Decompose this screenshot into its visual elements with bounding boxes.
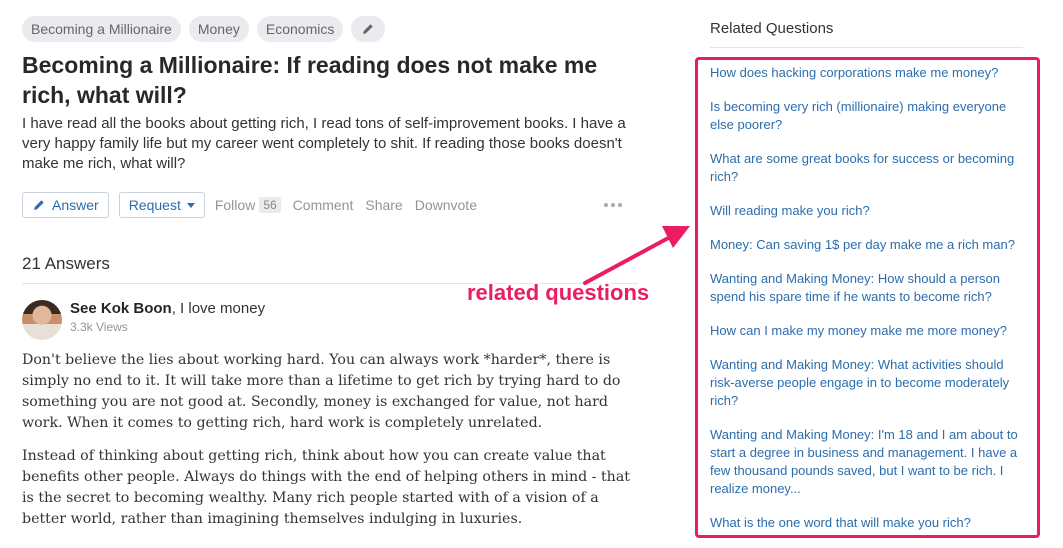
answer-paragraph: Don't believe the lies about working har… [22,352,621,431]
related-question-link[interactable]: How does hacking corporations make me mo… [710,64,1028,82]
related-question-link[interactable]: What are some great books for success or… [710,150,1028,186]
divider [710,47,1023,48]
topic-pill[interactable]: Becoming a Millionaire [22,16,181,42]
related-question-link[interactable]: Wanting and Making Money: I'm 18 and I a… [710,426,1028,498]
edit-topics-button[interactable] [351,16,386,42]
answer-button-label: Answer [52,197,99,213]
topic-pill[interactable]: Economics [256,16,344,42]
topic-pill[interactable]: Money [188,16,249,42]
more-options-icon[interactable] [604,191,622,219]
question-details: I have read all the books about getting … [22,115,626,172]
related-questions-list: How does hacking corporations make me mo… [710,64,1028,548]
answer-body: Don't believe the lies about working har… [22,350,632,542]
answer-author: See Kok Boon, I love money [70,300,265,317]
answer-paragraph: Instead of thinking about getting rich, … [22,448,630,527]
follow-button[interactable]: Follow 56 [215,197,281,213]
question-title[interactable]: Becoming a Millionaire: If reading does … [22,50,642,110]
related-question-link[interactable]: How can I make my money make me more mon… [710,322,1028,340]
topic-list: Becoming a Millionaire Money Economics [22,16,386,42]
pencil-icon [363,24,374,34]
author-name[interactable]: See Kok Boon [70,300,172,317]
related-question-link[interactable]: Will reading make you rich? [710,202,1028,220]
related-question-link[interactable]: What is the one word that will make you … [710,514,1028,532]
related-question-link[interactable]: Wanting and Making Money: How should a p… [710,270,1028,306]
downvote-button[interactable]: Downvote [415,197,477,213]
comment-button[interactable]: Comment [293,197,354,213]
related-question-link[interactable]: Wanting and Making Money: What activitie… [710,356,1028,410]
annotation-label: related questions [467,280,650,305]
answers-count: 21 Answers [22,254,110,273]
avatar[interactable] [22,300,62,340]
author-credential: , I love money [171,300,266,317]
answer-views: 3.3k Views [70,320,128,334]
pencil-icon [34,200,44,210]
related-question-link[interactable]: Money: Can saving 1$ per day make me a r… [710,236,1028,254]
follow-count: 56 [259,197,281,213]
related-question-link[interactable]: Is becoming very rich (millionaire) maki… [710,98,1028,134]
share-button[interactable]: Share [365,197,402,213]
follow-label: Follow [214,197,256,213]
chevron-down-icon [186,202,195,208]
request-button-label: Request [128,197,181,213]
answer-button[interactable]: Answer [22,192,109,218]
related-questions-header: Related Questions [710,20,834,37]
request-button[interactable]: Request [118,192,205,218]
question-action-bar: Answer Request Follow 56 Comment Share D… [22,191,622,219]
